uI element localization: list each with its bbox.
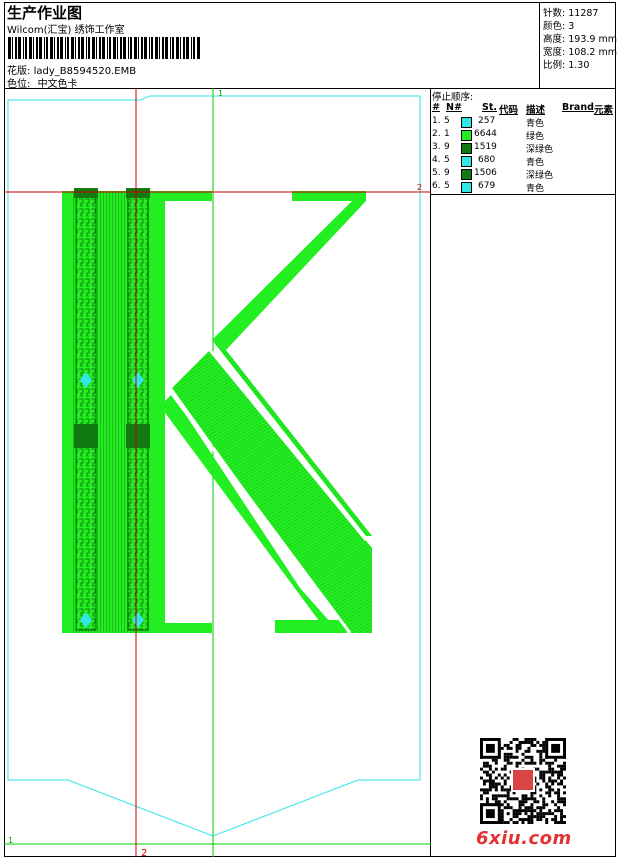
stat-stitches: 针数: 11287	[543, 8, 599, 19]
watermark-site: 6xiu.com	[476, 828, 572, 849]
color-swatch	[461, 130, 472, 141]
seal-stamp	[511, 768, 535, 792]
guide-label-left: 1	[8, 836, 14, 845]
color-swatch	[461, 182, 472, 193]
stat-scale: 比例: 1.30	[543, 60, 590, 71]
guide-label-right: 2	[417, 183, 423, 192]
color-swatch	[461, 117, 472, 128]
guide-label-top: 1	[218, 89, 224, 98]
stop-sequence-title: 停止顺序:	[432, 92, 474, 103]
table-row: 6. 5 679 青色	[432, 181, 545, 194]
col-brand: Brand	[562, 102, 594, 113]
col-code: 代码	[499, 105, 519, 116]
barcode	[8, 37, 200, 59]
col-desc: 描述	[526, 105, 546, 116]
table-row: 2. 1 6644 绿色	[432, 129, 545, 142]
table-row: 5. 9 1506 深绿色	[432, 168, 554, 181]
table-row: 1. 5 257 青色	[432, 116, 545, 129]
guide-label-bottom: 2	[141, 848, 148, 859]
color-swatch	[461, 169, 472, 180]
col-element: 元素	[594, 105, 614, 116]
page-title: 生产作业图	[7, 4, 83, 22]
col-st: St.	[482, 102, 497, 113]
table-row: 4. 5 680 青色	[432, 155, 545, 168]
stat-colors: 颜色: 3	[543, 21, 575, 32]
stat-width: 宽度: 108.2 mm	[543, 47, 617, 58]
company-name: Wilcom(汇宝) 绣饰工作室	[7, 25, 125, 36]
table-row: 3. 9 1519 深绿色	[432, 142, 554, 155]
color-swatch	[461, 156, 472, 167]
col-n: N#	[446, 102, 462, 113]
stat-height: 高度: 193.9 mm	[543, 34, 617, 45]
letter-k-lower-leg	[160, 349, 372, 634]
embroidery-canvas	[4, 88, 431, 857]
color-swatch	[461, 143, 472, 154]
col-num: #	[432, 102, 440, 113]
